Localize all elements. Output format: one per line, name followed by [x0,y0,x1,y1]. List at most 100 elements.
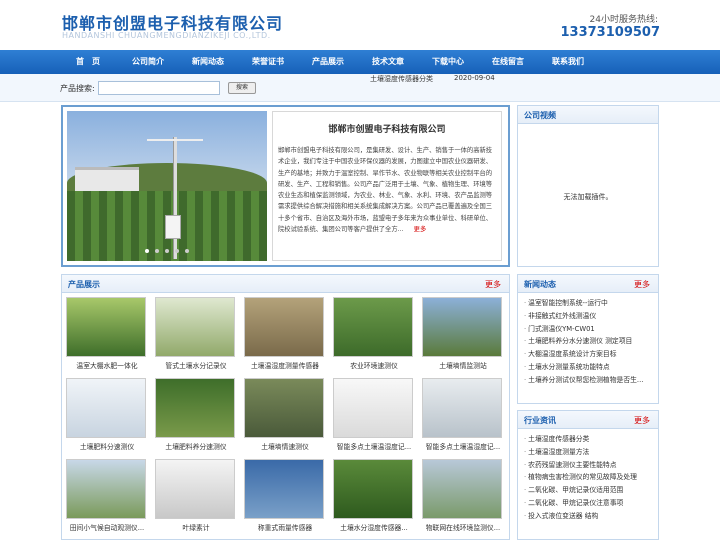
product-name[interactable]: 土壤墒情速测仪 [244,441,326,451]
product-item[interactable]: 智能多点土壤温湿度记... [422,378,504,451]
product-image[interactable] [66,297,146,357]
products-title: 产品展示 [68,280,100,289]
nav-downloads[interactable]: 下载中心 [418,50,478,74]
nav-message[interactable]: 在线留言 [478,50,538,74]
product-item[interactable]: 物联网在线环境监测仪... [422,459,504,532]
ticker-title[interactable]: 土壤湿度传感器分类 [370,75,433,83]
product-name[interactable]: 叶绿素计 [155,522,237,532]
industry-item[interactable]: 二氧化碳、甲烷记录仪适用范围 [524,484,658,497]
news-more-link[interactable]: 更多 [634,279,650,290]
product-image[interactable] [66,378,146,438]
intro-more-link[interactable]: 更多 [414,226,427,233]
hotline-label: 24小时服务热线: [589,15,659,25]
search-button[interactable]: 搜索 [228,82,256,94]
news-item[interactable]: 土壤养分测试仪帮您检测植物是否生... [524,374,658,387]
product-name[interactable]: 土壤墒情监测站 [422,360,504,370]
product-image[interactable] [66,459,146,519]
industry-item[interactable]: 农药残留速测仪主要性能特点 [524,459,658,472]
product-item[interactable]: 管式土壤水分记录仪 [155,297,237,370]
product-item[interactable]: 叶绿素计 [155,459,237,532]
main-nav: 首 页 公司简介 新闻动态 荣誉证书 产品展示 技术文章 下载中心 在线留言 联… [0,50,720,74]
industry-more-link[interactable]: 更多 [634,415,650,426]
product-image[interactable] [155,378,235,438]
news-item[interactable]: 温室智能控制系统--运行中 [524,297,658,310]
product-item[interactable]: 农业环境速测仪 [333,297,415,370]
industry-item[interactable]: 植物病虫害检测仪的常见故障及处理 [524,471,658,484]
product-item[interactable]: 称重式雨量传感器 [244,459,326,532]
industry-item[interactable]: 土壤湿度传感器分类 [524,433,658,446]
industry-list: 土壤湿度传感器分类 土壤温湿度测量方法 农药残留速测仪主要性能特点 植物病虫害检… [518,429,658,523]
product-name[interactable]: 温室大棚水肥一体化 [66,360,148,370]
product-image[interactable] [333,459,413,519]
intro-text: 邯郸市创盟电子科技有限公司 邯郸市创盟电子科技有限公司，是集研发、设计、生产、销… [272,111,502,261]
product-name[interactable]: 物联网在线环境监测仪... [422,522,504,532]
product-name[interactable]: 称重式雨量传感器 [244,522,326,532]
slide-dot[interactable] [165,249,169,253]
intro-body: 邯郸市创盟电子科技有限公司，是集研发、设计、生产、销售于一体的高新技术企业，我们… [278,147,493,234]
product-item[interactable]: 土壤墒情速测仪 [244,378,326,451]
news-item[interactable]: 大棚温湿度系统设计方案目标 [524,348,658,361]
news-item[interactable]: 非接触式红外线测温仪 [524,310,658,323]
product-item[interactable]: 土壤水分湿度传感器... [333,459,415,532]
nav-products[interactable]: 产品展示 [298,50,358,74]
product-name[interactable]: 管式土壤水分记录仪 [155,360,237,370]
nav-news[interactable]: 新闻动态 [178,50,238,74]
nav-honors[interactable]: 荣誉证书 [238,50,298,74]
product-item[interactable]: 土壤肥料养分速测仪 [155,378,237,451]
nav-contact[interactable]: 联系我们 [538,50,598,74]
product-name[interactable]: 土壤水分湿度传感器... [333,522,415,532]
search-label: 产品搜索: [60,84,95,93]
product-image[interactable] [155,459,235,519]
product-image[interactable] [155,297,235,357]
slide-dot[interactable] [175,249,179,253]
video-panel: 公司视频 无法加载插件。 [517,105,659,267]
news-title: 新闻动态 [524,280,556,289]
product-name[interactable]: 土壤肥料分速测仪 [66,441,148,451]
news-ticker[interactable]: 土壤湿度传感器分类 2020-09-04 [370,74,495,84]
product-image[interactable] [244,297,324,357]
product-image[interactable] [422,459,502,519]
logo-subtitle: HANDANSHI CHUANGMENGDIANZIKEJI CO.,LTD. [62,31,271,40]
product-image[interactable] [422,297,502,357]
product-name[interactable]: 智能多点土壤温湿度记... [333,441,415,451]
industry-panel: 行业资讯 更多 土壤湿度传感器分类 土壤温湿度测量方法 农药残留速测仪主要性能特点… [517,410,659,540]
nav-articles[interactable]: 技术文章 [358,50,418,74]
industry-item[interactable]: 二氧化碳、甲烷记录仪注意事项 [524,497,658,510]
product-image[interactable] [244,459,324,519]
intro-title: 邯郸市创盟电子科技有限公司 [328,125,446,135]
news-item[interactable]: 土壤肥料养分水分速测仪 测定项目 [524,335,658,348]
search-input[interactable] [98,81,220,95]
industry-item[interactable]: 土壤温湿度测量方法 [524,446,658,459]
slide-dots [67,246,267,255]
product-item[interactable]: 土壤墒情监测站 [422,297,504,370]
product-image[interactable] [422,378,502,438]
news-item[interactable]: 门式测温仪YM-CW01 [524,323,658,336]
video-plugin-message: 无法加载插件。 [563,193,613,201]
slide-dot[interactable] [185,249,189,253]
product-image[interactable] [244,378,324,438]
product-image[interactable] [333,297,413,357]
intro-slideshow[interactable] [67,111,267,261]
nav-about[interactable]: 公司简介 [118,50,178,74]
product-item[interactable]: 土壤温湿度测量传感器 [244,297,326,370]
header: 邯郸市创盟电子科技有限公司 HANDANSHI CHUANGMENGDIANZI… [0,0,720,50]
slide-dot[interactable] [145,249,149,253]
news-item[interactable]: 土壤水分测量系统功能特点 [524,361,658,374]
product-name[interactable]: 农业环境速测仪 [333,360,415,370]
product-item[interactable]: 土壤肥料分速测仪 [66,378,148,451]
nav-home[interactable]: 首 页 [58,50,118,74]
industry-title: 行业资讯 [524,416,556,425]
products-more-link[interactable]: 更多 [485,279,501,290]
product-item[interactable]: 智能多点土壤温湿度记... [333,378,415,451]
product-name[interactable]: 智能多点土壤温湿度记... [422,441,504,451]
product-name[interactable]: 土壤肥料养分速测仪 [155,441,237,451]
video-title: 公司视频 [524,111,556,120]
product-item[interactable]: 温室大棚水肥一体化 [66,297,148,370]
search-bar: 产品搜索: 搜索 [0,74,720,102]
product-name[interactable]: 田间小气候自动观测仪... [66,522,148,532]
industry-item[interactable]: 投入式液位变送器 结构 [524,510,658,523]
product-image[interactable] [333,378,413,438]
product-name[interactable]: 土壤温湿度测量传感器 [244,360,326,370]
slide-dot[interactable] [155,249,159,253]
product-item[interactable]: 田间小气候自动观测仪... [66,459,148,532]
